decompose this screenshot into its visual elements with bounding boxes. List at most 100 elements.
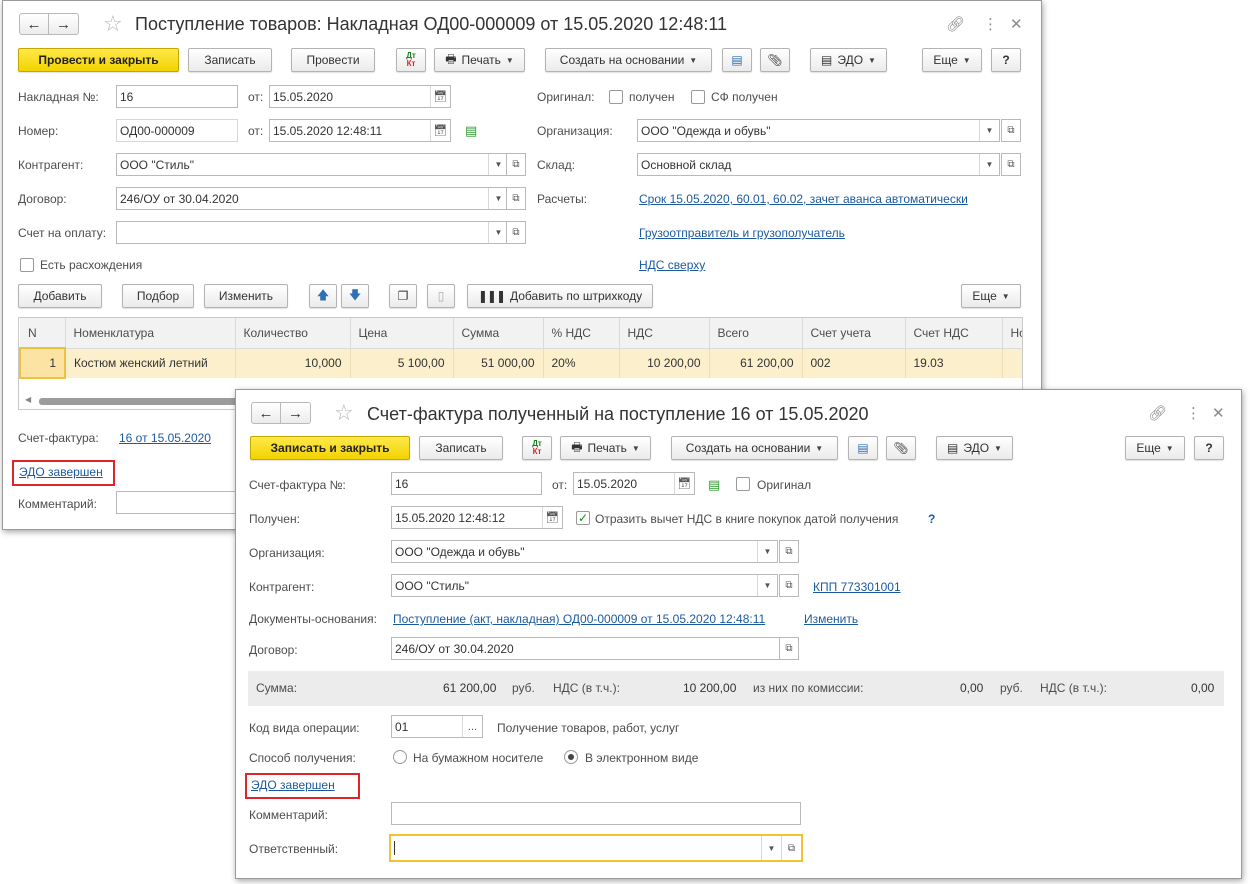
column-header[interactable]: N — [20, 318, 66, 349]
table-more-button[interactable]: Еще ▼ — [961, 284, 1021, 308]
calendar-icon[interactable]: 📅︎ — [430, 120, 450, 141]
edo-status-link[interactable]: ЭДО завершен — [19, 465, 103, 479]
edo-button[interactable]: ▤ ЭДО ▼ — [810, 48, 887, 72]
edo-status-link[interactable]: ЭДО завершен — [251, 778, 335, 792]
column-header[interactable]: Но — [1002, 318, 1022, 349]
table-cell[interactable]: 002 — [802, 348, 906, 378]
add-by-barcode-button[interactable]: ❚❚❚ Добавить по штрихкоду — [467, 284, 653, 308]
table-cell[interactable]: Костюм женский летний — [65, 348, 236, 378]
chevron-down-icon[interactable]: ▼ — [979, 154, 999, 175]
table-cell[interactable]: 19.03 — [905, 348, 1003, 378]
attach-button[interactable]: 📎︎ — [886, 436, 916, 460]
forward-button[interactable]: → — [49, 13, 79, 35]
open-organization-icon[interactable]: ⧉ — [1001, 119, 1021, 142]
save-button[interactable]: Записать — [419, 436, 503, 460]
received-datetime-field[interactable]: 15.05.2020 12:48:12 📅︎ — [391, 506, 563, 529]
table-cell[interactable]: 61 200,00 — [709, 348, 803, 378]
shipper-consignee-link[interactable]: Грузоотправитель и грузополучатель — [639, 226, 845, 240]
change-basis-link[interactable]: Изменить — [804, 612, 858, 626]
sf-link[interactable]: 16 от 15.05.2020 — [119, 431, 211, 445]
help-button[interactable]: ? — [991, 48, 1021, 72]
column-header[interactable]: % НДС — [543, 318, 620, 349]
favorite-star-icon[interactable]: ☆ — [103, 13, 123, 35]
more-button[interactable]: Еще ▼ — [922, 48, 982, 72]
open-contract-icon[interactable]: ⧉ — [779, 637, 799, 660]
table-cell[interactable]: 5 100,00 — [350, 348, 454, 378]
back-button[interactable]: ← — [251, 402, 281, 424]
kpp-link[interactable]: КПП 773301001 — [813, 580, 901, 594]
calendar-icon[interactable]: 📅︎ — [674, 473, 694, 494]
column-header[interactable]: Счет учета — [802, 318, 906, 349]
add-row-button[interactable]: Добавить — [18, 284, 102, 308]
scroll-left-icon[interactable]: ◀ — [25, 395, 31, 404]
counterparty-field[interactable]: ООО "Стиль" ▼ — [116, 153, 509, 176]
comment-field[interactable] — [391, 802, 801, 825]
original-checkbox[interactable] — [736, 477, 750, 491]
chevron-down-icon[interactable]: ▼ — [979, 120, 999, 141]
save-button[interactable]: Записать — [188, 48, 272, 72]
attach-button[interactable]: 📎︎ — [760, 48, 790, 72]
discrepancy-checkbox[interactable] — [20, 258, 34, 272]
original-received-checkbox[interactable] — [609, 90, 623, 104]
structure-button[interactable]: ▤ — [848, 436, 878, 460]
link-icon[interactable]: 🔗︎ — [1148, 405, 1167, 423]
table-cell[interactable] — [1002, 348, 1022, 378]
table-cell[interactable]: 51 000,00 — [453, 348, 544, 378]
contract-field[interactable]: 246/ОУ от 30.04.2020 ▼ — [116, 187, 509, 210]
move-up-button[interactable]: 🡅 — [309, 284, 337, 308]
organization-field[interactable]: ООО "Одежда и обувь" ▼ — [391, 540, 778, 563]
sf-no-field[interactable]: 16 — [391, 472, 542, 495]
vat-on-top-link[interactable]: НДС сверху — [639, 258, 705, 272]
warehouse-field[interactable]: Основной склад ▼ — [637, 153, 1000, 176]
organization-field[interactable]: ООО "Одежда и обувь" ▼ — [637, 119, 1000, 142]
open-contract-icon[interactable]: ⧉ — [506, 187, 526, 210]
opcode-field[interactable]: 01... — [391, 715, 483, 738]
settlements-link[interactable]: Срок 15.05.2020, 60.01, 60.02, зачет ава… — [639, 192, 968, 206]
column-header[interactable]: НДС — [619, 318, 710, 349]
open-organization-icon[interactable]: ⧉ — [779, 540, 799, 563]
paper-radio[interactable] — [393, 750, 407, 764]
print-button[interactable]: 🖶︎ Печать ▼ — [434, 48, 525, 72]
electronic-radio[interactable] — [564, 750, 578, 764]
chevron-down-icon[interactable]: ▼ — [761, 836, 781, 860]
post-button[interactable]: Провести — [291, 48, 375, 72]
ellipsis-icon[interactable]: ... — [462, 716, 482, 737]
copy-row-button[interactable]: ❐ — [389, 284, 417, 308]
column-header[interactable]: Всего — [709, 318, 803, 349]
back-button[interactable]: ← — [19, 13, 49, 35]
counterparty-field[interactable]: ООО "Стиль" ▼ — [391, 574, 778, 597]
open-counterparty-icon[interactable]: ⧉ — [506, 153, 526, 176]
column-header[interactable]: Счет НДС — [905, 318, 1003, 349]
link-icon[interactable]: 🔗︎ — [946, 16, 965, 34]
more-vertical-icon[interactable]: ⋮ — [983, 16, 998, 34]
responsible-field[interactable]: ▼ ⧉ — [389, 834, 803, 862]
open-counterparty-icon[interactable]: ⧉ — [779, 574, 799, 597]
invoice-date-field[interactable]: 15.05.2020 📅︎ — [269, 85, 451, 108]
help-question-icon[interactable]: ? — [928, 512, 935, 526]
sf-date-field[interactable]: 15.05.2020 📅︎ — [573, 472, 695, 495]
basis-doc-link[interactable]: Поступление (акт, накладная) ОД00-000009… — [393, 612, 765, 626]
structure-button[interactable]: ▤ — [722, 48, 752, 72]
column-header[interactable]: Цена — [350, 318, 454, 349]
table-cell[interactable]: 20% — [543, 348, 620, 378]
select-items-button[interactable]: Подбор — [122, 284, 194, 308]
open-payment-invoice-icon[interactable]: ⧉ — [506, 221, 526, 244]
forward-button[interactable]: → — [281, 402, 311, 424]
more-vertical-icon[interactable]: ⋮ — [1186, 405, 1201, 423]
calendar-icon[interactable]: 📅︎ — [542, 507, 562, 528]
save-and-close-button[interactable]: Записать и закрыть — [250, 436, 410, 460]
column-header[interactable]: Сумма — [453, 318, 544, 349]
dt-kt-button[interactable]: Дт Кт — [522, 436, 552, 460]
post-and-close-button[interactable]: Провести и закрыть — [18, 48, 179, 72]
reflect-vat-checkbox[interactable]: ✓ — [576, 511, 590, 525]
close-icon[interactable]: ✕ — [1212, 405, 1225, 423]
close-icon[interactable]: ✕ — [1010, 16, 1023, 34]
calendar-icon[interactable]: 📅︎ — [430, 86, 450, 107]
number-datetime-field[interactable]: 15.05.2020 12:48:11 📅︎ — [269, 119, 451, 142]
payment-invoice-field[interactable]: ▼ — [116, 221, 509, 244]
table-cell[interactable]: 10 200,00 — [619, 348, 710, 378]
chevron-down-icon[interactable]: ▼ — [757, 541, 777, 562]
change-button[interactable]: Изменить — [204, 284, 288, 308]
print-button[interactable]: 🖶︎ Печать ▼ — [560, 436, 651, 460]
open-responsible-icon[interactable]: ⧉ — [781, 836, 801, 860]
